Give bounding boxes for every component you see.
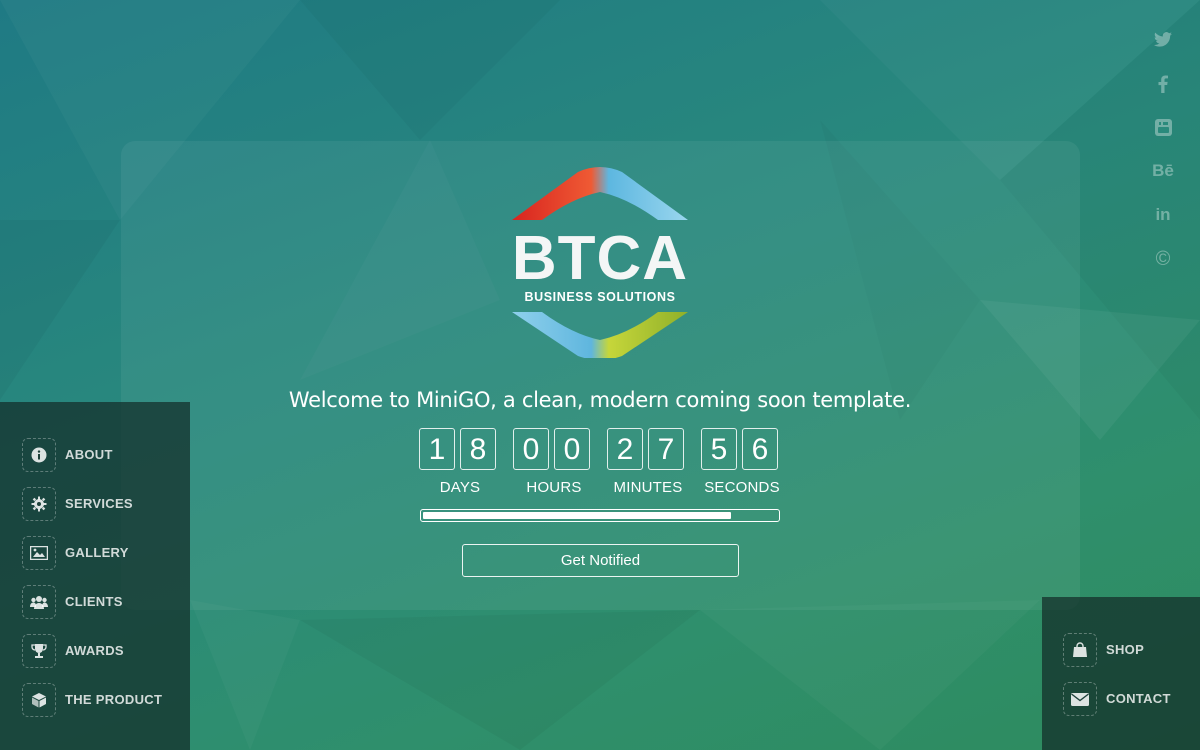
cube-icon bbox=[22, 683, 56, 717]
facebook-icon[interactable] bbox=[1146, 70, 1180, 96]
nav-item-services[interactable]: SERVICES bbox=[22, 487, 182, 521]
nav-item-about[interactable]: ABOUT bbox=[22, 438, 182, 472]
seconds-digit-1: 5 bbox=[701, 428, 737, 470]
countdown-seconds: 5 6 SECONDS bbox=[701, 428, 783, 500]
users-icon bbox=[22, 585, 56, 619]
hours-digit-1: 0 bbox=[513, 428, 549, 470]
nav-label-clients: CLIENTS bbox=[65, 594, 123, 609]
minutes-digit-1: 2 bbox=[607, 428, 643, 470]
trophy-icon bbox=[22, 634, 56, 668]
envelope-icon bbox=[1063, 682, 1097, 716]
minutes-digit-2: 7 bbox=[648, 428, 684, 470]
days-digit-2: 8 bbox=[460, 428, 496, 470]
nav-item-contact[interactable]: CONTACT bbox=[1063, 682, 1193, 716]
nav-item-shop[interactable]: SHOP bbox=[1063, 633, 1193, 667]
countdown-days: 1 8 DAYS bbox=[419, 428, 501, 500]
nav-label-about: ABOUT bbox=[65, 447, 113, 462]
nav-label-contact: CONTACT bbox=[1106, 691, 1171, 706]
days-label: DAYS bbox=[439, 479, 481, 496]
logo-tagline: BUSINESS SOLUTIONS bbox=[524, 290, 676, 304]
nav-item-the-product[interactable]: THE PRODUCT bbox=[22, 683, 182, 717]
image-icon bbox=[22, 536, 56, 570]
minutes-label: MINUTES bbox=[613, 479, 683, 496]
countdown-minutes: 2 7 MINUTES bbox=[607, 428, 689, 500]
countdown-timer: 1 8 DAYS 0 0 HOURS 2 7 MINUTES 5 6 SECON… bbox=[419, 428, 783, 500]
nav-item-gallery[interactable]: GALLERY bbox=[22, 536, 182, 570]
countdown-hours: 0 0 HOURS bbox=[513, 428, 595, 500]
days-digit-1: 1 bbox=[419, 428, 455, 470]
hours-label: HOURS bbox=[526, 479, 582, 496]
nav-label-awards: AWARDS bbox=[65, 643, 124, 658]
hours-digit-2: 0 bbox=[554, 428, 590, 470]
nav-item-awards[interactable]: AWARDS bbox=[22, 634, 182, 668]
progress-fill bbox=[423, 512, 731, 519]
twitter-icon[interactable] bbox=[1146, 26, 1180, 52]
seconds-digit-2: 6 bbox=[742, 428, 778, 470]
info-icon bbox=[22, 438, 56, 472]
left-navigation: ABOUT SERVICES GALLERY CLIENTS AWARDS TH… bbox=[0, 402, 190, 750]
progress-bar bbox=[420, 509, 780, 522]
get-notified-button[interactable]: Get Notified bbox=[462, 544, 739, 577]
gear-icon bbox=[22, 487, 56, 521]
behance-icon[interactable]: Bē bbox=[1146, 158, 1180, 184]
right-navigation: SHOP CONTACT bbox=[1042, 597, 1200, 750]
nav-label-gallery: GALLERY bbox=[65, 545, 129, 560]
copyright-icon[interactable]: © bbox=[1146, 246, 1180, 272]
linkedin-icon[interactable]: in bbox=[1146, 202, 1180, 228]
seconds-label: SECONDS bbox=[704, 479, 780, 496]
nav-item-clients[interactable]: CLIENTS bbox=[22, 585, 182, 619]
shopping-bag-icon bbox=[1063, 633, 1097, 667]
nav-label-shop: SHOP bbox=[1106, 642, 1145, 657]
nav-label-services: SERVICES bbox=[65, 496, 133, 511]
social-links: Bē in © bbox=[1146, 26, 1180, 290]
brand-logo: BTCA BUSINESS SOLUTIONS bbox=[508, 166, 692, 358]
nav-label-the-product: THE PRODUCT bbox=[65, 692, 163, 707]
logo-wordmark: BTCA bbox=[511, 224, 689, 293]
youtube-icon[interactable] bbox=[1146, 114, 1180, 140]
